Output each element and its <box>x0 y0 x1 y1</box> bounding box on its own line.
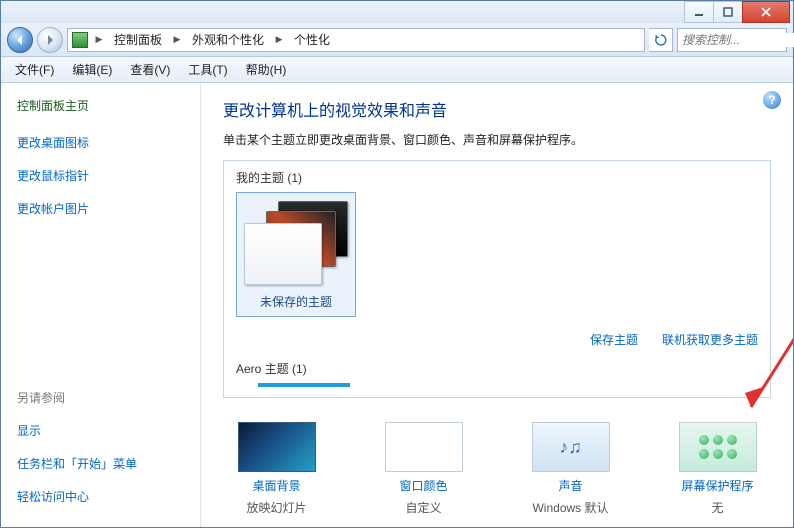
sidebar: 控制面板主页 更改桌面图标 更改鼠标指针 更改帐户图片 另请参阅 显示 任务栏和… <box>1 83 201 527</box>
body: 控制面板主页 更改桌面图标 更改鼠标指针 更改帐户图片 另请参阅 显示 任务栏和… <box>1 83 793 527</box>
chevron-right-icon[interactable]: ▶ <box>92 29 106 51</box>
refresh-button[interactable] <box>649 28 673 52</box>
window-color-item[interactable]: 窗口颜色 自定义 <box>376 422 471 516</box>
screensaver-sub: 无 <box>711 499 723 516</box>
my-themes-label: 我的主题 (1) <box>236 169 758 186</box>
page-subtext: 单击某个主题立即更改桌面背景、窗口颜色、声音和屏幕保护程序。 <box>223 131 771 148</box>
sounds-icon: ♪♫ <box>532 422 610 472</box>
help-icon[interactable]: ? <box>763 91 781 109</box>
desktop-background-item[interactable]: 桌面背景 放映幻灯片 <box>229 422 324 516</box>
breadcrumb-item[interactable]: 控制面板 <box>110 29 166 50</box>
menu-tools[interactable]: 工具(T) <box>180 58 235 81</box>
see-also-label: 另请参阅 <box>17 389 184 406</box>
aero-themes-label: Aero 主题 (1) <box>236 360 758 377</box>
see-also-ease-of-access[interactable]: 轻松访问中心 <box>17 488 184 505</box>
menubar: 文件(F) 编辑(E) 查看(V) 工具(T) 帮助(H) <box>1 57 793 83</box>
menu-file[interactable]: 文件(F) <box>7 58 62 81</box>
breadcrumb[interactable]: ▶ 控制面板 ▶ 外观和个性化 ▶ 个性化 <box>67 28 645 52</box>
desktop-background-label: 桌面背景 <box>252 477 300 494</box>
get-more-themes-link[interactable]: 联机获取更多主题 <box>662 331 758 348</box>
save-theme-link[interactable]: 保存主题 <box>590 331 638 348</box>
desktop-background-icon <box>238 422 316 472</box>
sounds-sub: Windows 默认 <box>532 499 608 516</box>
breadcrumb-item[interactable]: 外观和个性化 <box>188 29 268 50</box>
themes-panel: 我的主题 (1) 未保存的主题 保存主题 联机获取更多主题 Aero 主题 (1… <box>223 160 771 398</box>
control-panel-icon <box>72 32 88 48</box>
sounds-item[interactable]: ♪♫ 声音 Windows 默认 <box>523 422 618 516</box>
sidebar-link-desktop-icons[interactable]: 更改桌面图标 <box>17 134 184 151</box>
chevron-right-icon[interactable]: ▶ <box>272 29 286 51</box>
screensaver-icon <box>679 422 757 472</box>
window-color-label: 窗口颜色 <box>399 477 447 494</box>
theme-item-unsaved[interactable]: 未保存的主题 <box>236 192 356 317</box>
breadcrumb-item[interactable]: 个性化 <box>290 29 334 50</box>
theme-thumbnail <box>242 199 350 287</box>
theme-caption: 未保存的主题 <box>260 293 332 310</box>
minimize-button[interactable] <box>684 1 714 23</box>
screensaver-item[interactable]: 屏幕保护程序 无 <box>670 422 765 516</box>
menu-view[interactable]: 查看(V) <box>122 58 178 81</box>
aero-theme-highlight[interactable] <box>258 383 350 387</box>
back-button[interactable] <box>7 27 33 53</box>
search-box[interactable] <box>677 28 787 52</box>
sounds-label: 声音 <box>558 477 582 494</box>
window-color-icon <box>385 422 463 472</box>
menu-help[interactable]: 帮助(H) <box>238 58 295 81</box>
menu-edit[interactable]: 编辑(E) <box>64 58 120 81</box>
personalization-row: 桌面背景 放映幻灯片 窗口颜色 自定义 ♪♫ 声音 Windows 默认 屏幕保… <box>223 422 771 516</box>
page-heading: 更改计算机上的视觉效果和声音 <box>223 97 771 121</box>
content: ? 更改计算机上的视觉效果和声音 单击某个主题立即更改桌面背景、窗口颜色、声音和… <box>201 83 793 527</box>
sidebar-link-mouse-pointers[interactable]: 更改鼠标指针 <box>17 167 184 184</box>
theme-actions: 保存主题 联机获取更多主题 <box>236 331 758 348</box>
screensaver-label: 屏幕保护程序 <box>681 477 753 494</box>
forward-button[interactable] <box>37 27 63 53</box>
chevron-right-icon[interactable]: ▶ <box>170 29 184 51</box>
sidebar-home-link[interactable]: 控制面板主页 <box>17 97 184 114</box>
window: ▶ 控制面板 ▶ 外观和个性化 ▶ 个性化 文件(F) 编辑(E) 查看(V) … <box>0 0 794 528</box>
titlebar <box>1 1 793 23</box>
see-also-display[interactable]: 显示 <box>17 422 184 439</box>
sidebar-link-account-picture[interactable]: 更改帐户图片 <box>17 200 184 217</box>
search-input[interactable] <box>682 33 794 47</box>
close-button[interactable] <box>742 1 790 23</box>
see-also-taskbar[interactable]: 任务栏和「开始」菜单 <box>17 455 184 472</box>
desktop-background-sub: 放映幻灯片 <box>246 499 306 516</box>
maximize-button[interactable] <box>713 1 743 23</box>
address-bar: ▶ 控制面板 ▶ 外观和个性化 ▶ 个性化 <box>1 23 793 57</box>
window-color-sub: 自定义 <box>405 499 441 516</box>
